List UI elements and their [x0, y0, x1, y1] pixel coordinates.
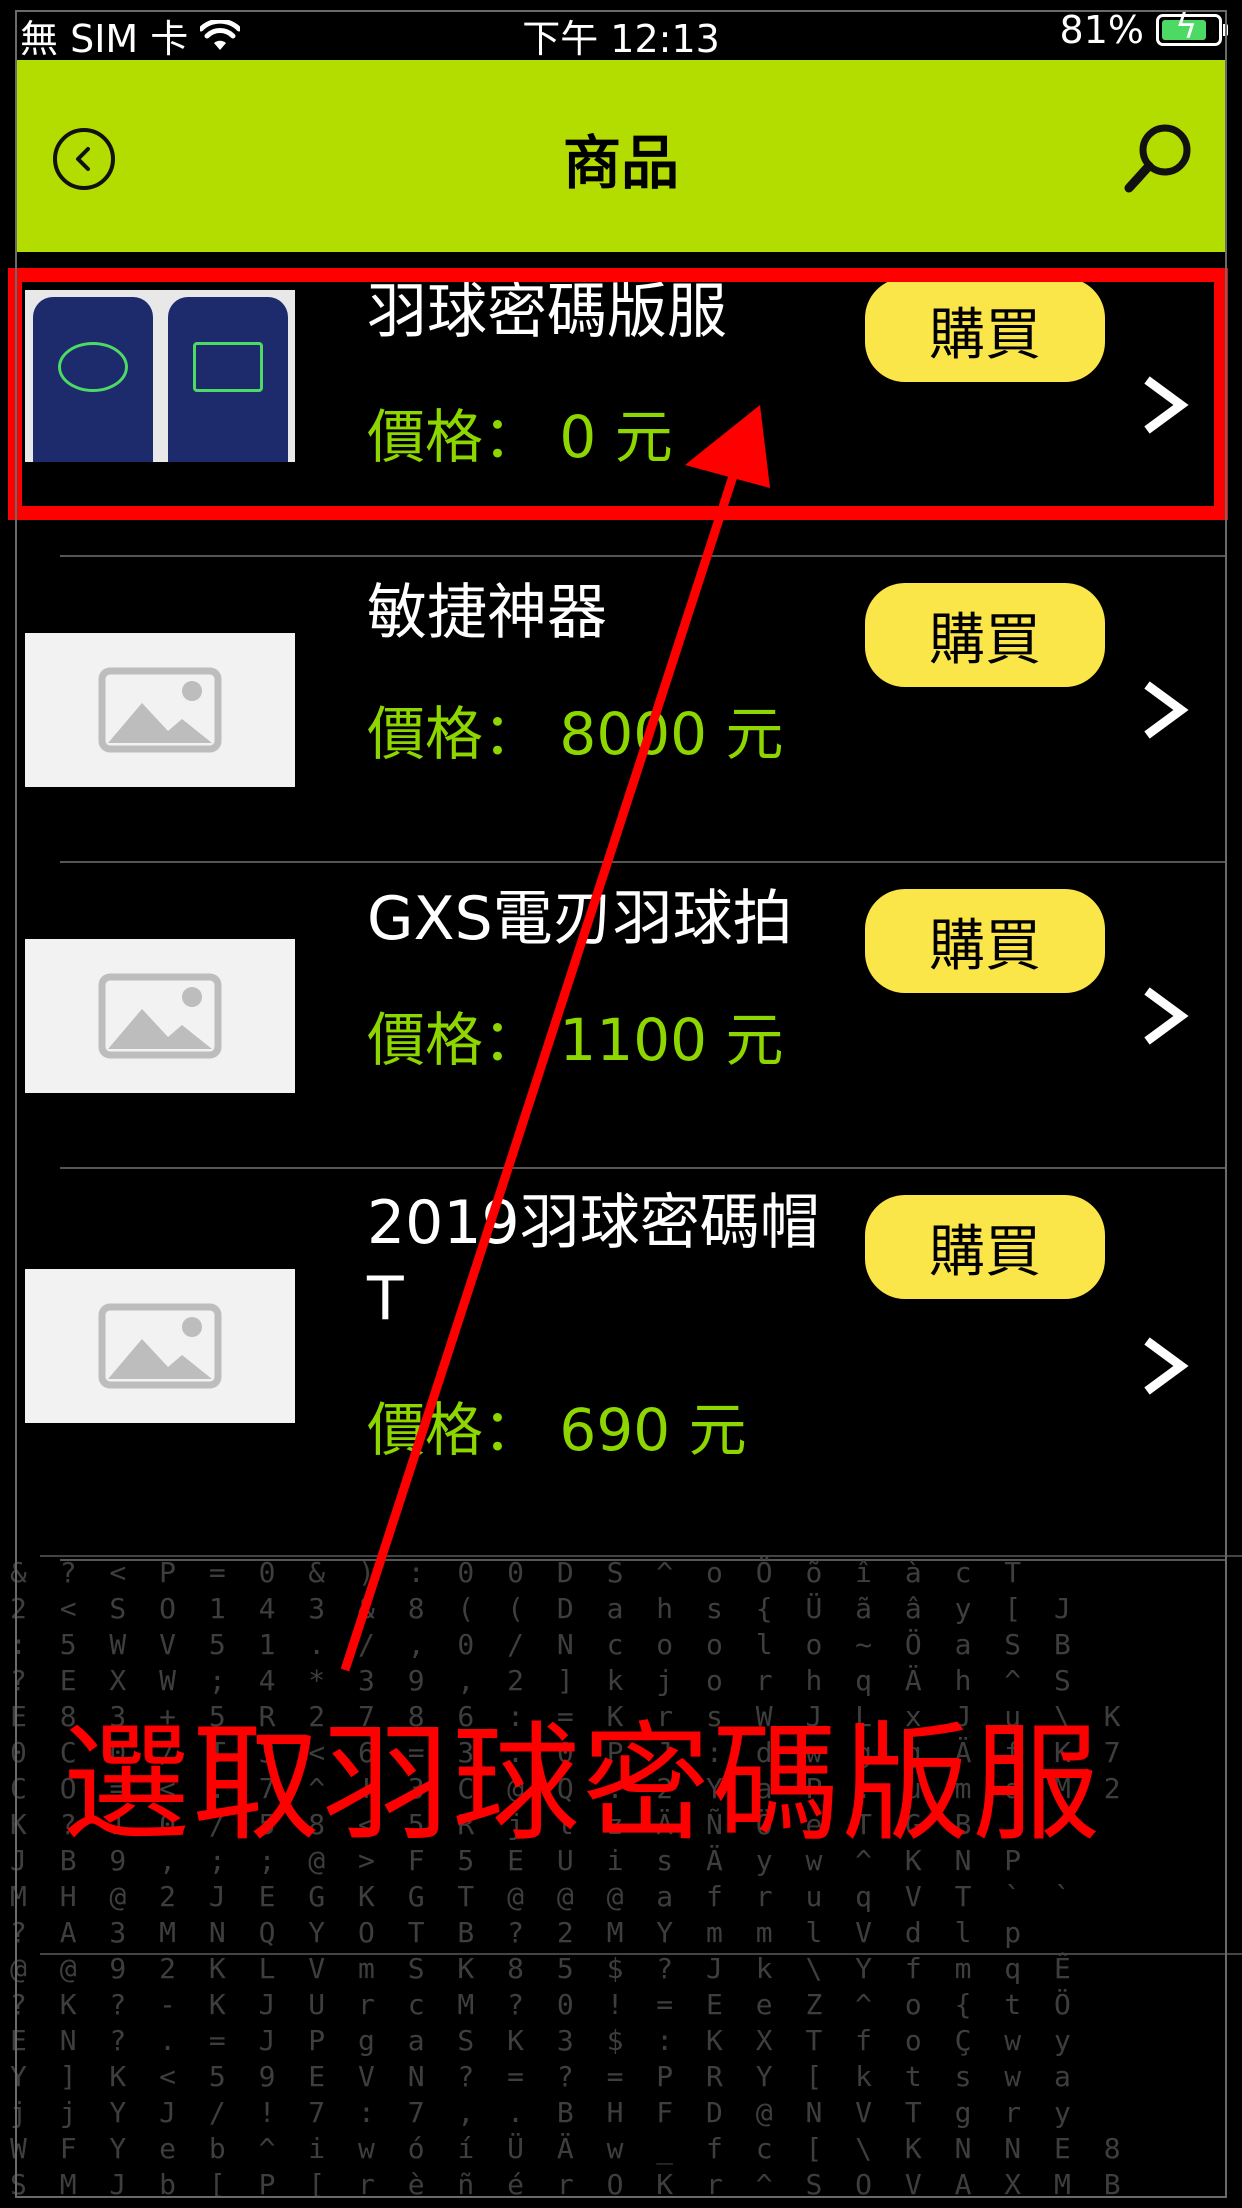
search-icon[interactable] [1119, 118, 1199, 198]
product-name: GXS電刃羽球拍 [367, 884, 793, 954]
chevron-right-icon[interactable] [1135, 981, 1195, 1051]
placeholder-image-icon [25, 633, 295, 787]
highlight-box [8, 268, 1228, 520]
product-row[interactable]: GXS電刃羽球拍 價格： 1100 元 購買 [15, 863, 1227, 1169]
matrix-divider [40, 1953, 1242, 1955]
chevron-right-icon[interactable] [1135, 1331, 1195, 1401]
placeholder-image-icon [25, 939, 295, 1093]
matrix-background-image: & ? < P = 0 & ) : 0 0 D S ^ o Ö õ î à c … [0, 1555, 1242, 2208]
status-right: 81% ϟ [1059, 7, 1228, 52]
product-name: 敏捷神器 [367, 578, 607, 648]
chevron-right-icon[interactable] [1135, 675, 1195, 745]
page-title: 商品 [562, 129, 679, 197]
annotation-label: 選取羽球密碼版服 [62, 1710, 1103, 1859]
buy-button[interactable]: 購買 [865, 889, 1105, 993]
buy-button[interactable]: 購買 [865, 583, 1105, 687]
status-bar: 無 SIM 卡 下午 12:13 81% ϟ [0, 0, 1242, 61]
product-price: 價格： 690 元 [367, 1396, 747, 1464]
charging-bolt-icon: ϟ [1175, 7, 1198, 47]
placeholder-image-icon [25, 1269, 295, 1423]
product-row[interactable]: 2019羽球密碼帽T 價格： 690 元 購買 [15, 1169, 1227, 1561]
product-price: 價格： 1100 元 [367, 1006, 784, 1074]
product-name: 2019羽球密碼帽T [367, 1188, 820, 1334]
buy-button[interactable]: 購買 [865, 1195, 1105, 1299]
status-time: 下午 12:13 [522, 17, 720, 61]
product-price: 價格： 8000 元 [367, 700, 784, 768]
matrix-divider [40, 1555, 1242, 1557]
battery-tip [1223, 24, 1228, 36]
battery-percent: 81% [1059, 8, 1144, 52]
product-row[interactable]: 敏捷神器 價格： 8000 元 購買 [15, 557, 1227, 863]
battery-icon: ϟ [1156, 7, 1228, 47]
nav-bar: 商品 [15, 60, 1227, 252]
